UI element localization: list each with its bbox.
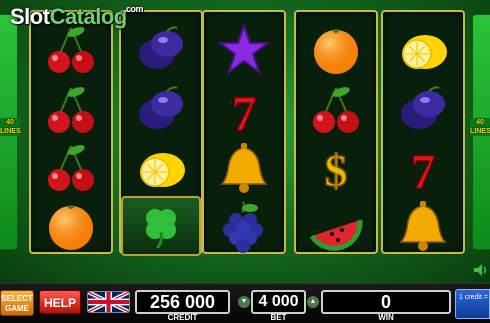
- left-lines-tag: 40 LINES: [0, 118, 21, 136]
- dollar-icon: $: [296, 138, 376, 198]
- star-icon: [204, 20, 284, 80]
- seven-icon: 7: [383, 138, 463, 198]
- svg-text:7: 7: [411, 143, 436, 196]
- help-button[interactable]: HELP: [39, 290, 81, 314]
- reel-5: 7: [381, 10, 465, 254]
- seven-icon: 7: [204, 80, 284, 140]
- cherries-icon: [31, 138, 111, 198]
- bell-icon: [383, 196, 463, 256]
- slotcatalog-logo: SlotCatalog .com: [10, 4, 144, 30]
- reel-3: 7: [202, 10, 286, 254]
- win-label: WIN: [378, 313, 394, 322]
- right-lines-tag: 40 LINES: [470, 118, 490, 136]
- bet-down-arrow-icon[interactable]: ▼: [238, 296, 250, 308]
- reel-4: $: [294, 10, 378, 254]
- reel-2: [119, 10, 203, 256]
- grapes-icon: [204, 196, 284, 256]
- bell-icon: [204, 138, 284, 198]
- lemon-icon: [121, 138, 201, 198]
- credit-display: 256 000: [135, 290, 230, 314]
- logo-suffix: .com: [124, 4, 144, 14]
- bet-up-arrow-icon[interactable]: ▲: [307, 296, 319, 308]
- cherries-icon: [31, 80, 111, 140]
- plum-icon: [121, 80, 201, 140]
- win-display: 0: [321, 290, 451, 314]
- game-stage: 40 LINES 40 LINES 7 $7 SlotCatalog .com: [0, 0, 490, 283]
- orange-icon: [296, 20, 376, 80]
- bet-label: BET: [270, 313, 287, 322]
- reel-1: [29, 10, 113, 254]
- lemon-icon: [383, 20, 463, 80]
- watermelon-icon: [296, 196, 376, 256]
- plum-icon: [383, 80, 463, 140]
- plum-icon: [121, 20, 201, 80]
- orange-icon: [31, 196, 111, 256]
- logo-part2: Catalog: [49, 4, 128, 29]
- svg-text:$: $: [325, 145, 348, 196]
- sound-icon[interactable]: [474, 264, 488, 276]
- bet-display: 4 000: [251, 290, 306, 314]
- uk-flag-icon[interactable]: [87, 291, 130, 313]
- logo-part1: Slot: [10, 4, 50, 29]
- credit-label: CREDIT: [167, 313, 198, 322]
- svg-text:7: 7: [232, 85, 257, 138]
- select-game-button[interactable]: SELECT GAME: [0, 290, 34, 316]
- denomination-button[interactable]: 1 credit = 0,01 US: [455, 289, 490, 319]
- cherries-icon: [296, 80, 376, 140]
- clover-icon: [121, 196, 201, 256]
